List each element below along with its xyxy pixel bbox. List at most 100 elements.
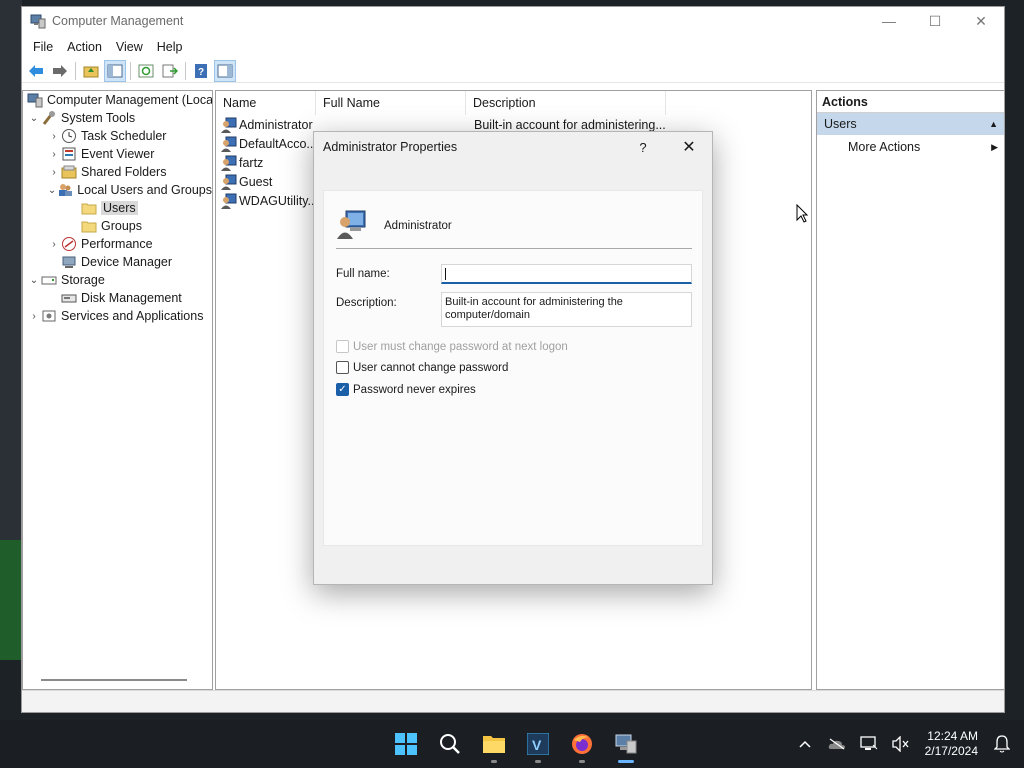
- tree-item-label: Storage: [61, 273, 105, 287]
- search-button[interactable]: [428, 720, 472, 768]
- minimize-button[interactable]: —: [866, 7, 912, 35]
- show-hide-tree-icon[interactable]: [104, 59, 126, 82]
- forward-arrow-icon[interactable]: [49, 60, 71, 82]
- must-change-password-checkbox-row[interactable]: User must change password at next logon: [336, 340, 568, 353]
- vscode-button[interactable]: V: [516, 720, 560, 768]
- folder-icon: [81, 200, 97, 216]
- system-tools-icon: [41, 110, 57, 126]
- close-button[interactable]: ✕: [958, 7, 1004, 35]
- column-header-name[interactable]: Name: [216, 91, 316, 115]
- tree-item-disk-management[interactable]: Disk Management: [23, 289, 212, 307]
- chevron-right-icon[interactable]: ›: [47, 149, 61, 160]
- title-bar[interactable]: Computer Management — ☐ ✕: [22, 7, 1004, 35]
- cell-name: Guest: [239, 174, 273, 189]
- tree-item-label: System Tools: [61, 111, 136, 125]
- user-icon: [221, 117, 237, 133]
- firefox-button[interactable]: [560, 720, 604, 768]
- running-indicator: [579, 760, 585, 763]
- tree-item-label: Computer Management (Local: [47, 93, 213, 107]
- folder-icon: [81, 218, 97, 234]
- tree-item-device-manager[interactable]: Device Manager: [23, 253, 212, 271]
- tree-item-users[interactable]: Users: [23, 199, 212, 217]
- chevron-right-icon[interactable]: ›: [47, 167, 61, 178]
- maximize-button[interactable]: ☐: [912, 7, 958, 35]
- refresh-icon[interactable]: [135, 60, 157, 82]
- menu-help[interactable]: Help: [150, 40, 190, 54]
- collapse-up-icon[interactable]: ▲: [989, 119, 998, 129]
- chevron-down-icon[interactable]: ⌄: [27, 275, 41, 286]
- chevron-right-icon[interactable]: ›: [47, 131, 61, 142]
- firefox-icon: [572, 734, 592, 754]
- start-button[interactable]: [384, 720, 428, 768]
- tree-item-event-viewer[interactable]: › Event Viewer: [23, 145, 212, 163]
- clock-time: 12:24 AM: [927, 729, 978, 743]
- tree-item-shared-folders[interactable]: › Shared Folders: [23, 163, 212, 181]
- chevron-down-icon[interactable]: ⌄: [47, 185, 57, 196]
- dialog-close-button[interactable]: ✕: [666, 137, 712, 157]
- export-list-icon[interactable]: [159, 60, 181, 82]
- full-name-field[interactable]: [441, 264, 692, 284]
- dialog-help-button[interactable]: ?: [620, 140, 666, 155]
- mouse-pointer-icon: [796, 204, 808, 223]
- cannot-change-password-checkbox[interactable]: [336, 361, 349, 374]
- desktop-background-accent: [0, 540, 22, 660]
- dialog-title-bar[interactable]: Administrator Properties ? ✕: [314, 132, 712, 162]
- must-change-password-checkbox[interactable]: [336, 340, 349, 353]
- network-icon[interactable]: [853, 736, 885, 752]
- tree-item-root[interactable]: Computer Management (Local: [23, 91, 212, 109]
- tree-item-performance[interactable]: › Performance: [23, 235, 212, 253]
- tree-item-task-scheduler[interactable]: › Task Scheduler: [23, 127, 212, 145]
- list-header: Name Full Name Description: [216, 91, 811, 115]
- submenu-arrow-icon: ▶: [991, 141, 998, 152]
- column-header-description[interactable]: Description: [466, 91, 666, 115]
- notifications-bell-icon[interactable]: [986, 735, 1018, 753]
- chevron-down-icon[interactable]: ⌄: [27, 113, 41, 124]
- more-actions-item[interactable]: More Actions ▶: [817, 135, 1004, 159]
- menu-view[interactable]: View: [109, 40, 150, 54]
- cannot-change-password-checkbox-row[interactable]: User cannot change password: [336, 361, 508, 374]
- password-never-expires-checkbox-row[interactable]: ✓ Password never expires: [336, 383, 476, 396]
- checkbox-label: User cannot change password: [353, 361, 509, 374]
- actions-section-label: Users: [824, 117, 857, 131]
- svg-text:V: V: [532, 737, 542, 753]
- search-icon: [440, 734, 460, 754]
- computer-management-taskbar-button[interactable]: [604, 720, 648, 768]
- clock[interactable]: 12:24 AM 2/17/2024: [917, 729, 986, 759]
- tree-item-label: Shared Folders: [81, 165, 167, 179]
- menu-action[interactable]: Action: [60, 40, 109, 54]
- description-label: Description:: [336, 297, 397, 309]
- tree-item-local-users-groups[interactable]: ⌄ Local Users and Groups: [23, 181, 212, 199]
- user-icon: [221, 136, 237, 152]
- tree-item-storage[interactable]: ⌄ Storage: [23, 271, 212, 289]
- file-explorer-button[interactable]: [472, 720, 516, 768]
- help-icon[interactable]: ?: [190, 60, 212, 82]
- onedrive-offline-icon[interactable]: [821, 738, 853, 750]
- password-never-expires-checkbox[interactable]: ✓: [336, 383, 349, 396]
- chevron-right-icon[interactable]: ›: [47, 239, 61, 250]
- administrator-properties-dialog: Administrator Properties ? ✕ Administrat…: [313, 131, 713, 585]
- volume-muted-icon[interactable]: [885, 736, 917, 752]
- chevron-up-icon[interactable]: [789, 740, 821, 748]
- chevron-right-icon[interactable]: ›: [27, 311, 41, 322]
- horizontal-scrollbar[interactable]: [41, 679, 187, 681]
- tree-item-system-tools[interactable]: ⌄ System Tools: [23, 109, 212, 127]
- user-name: Administrator: [384, 219, 452, 232]
- tree-item-groups[interactable]: Groups: [23, 217, 212, 235]
- actions-section-users[interactable]: Users ▲: [817, 113, 1004, 135]
- toolbar-separator: [75, 61, 76, 80]
- column-header-full-name[interactable]: Full Name: [316, 91, 466, 115]
- tree-item-label: Device Manager: [81, 255, 173, 269]
- user-header: Administrator: [336, 203, 692, 249]
- tree-item-services-apps[interactable]: › Services and Applications: [23, 307, 212, 325]
- desktop-background: [0, 0, 22, 540]
- code-editor-icon: V: [527, 733, 549, 755]
- up-folder-icon[interactable]: [80, 60, 102, 82]
- menu-file[interactable]: File: [26, 40, 60, 54]
- cell-name: fartz: [239, 155, 264, 170]
- dialog-title: Administrator Properties: [323, 140, 458, 154]
- back-arrow-icon[interactable]: [25, 60, 47, 82]
- clock-date: 2/17/2024: [924, 744, 978, 758]
- description-field[interactable]: Built-in account for administering the c…: [441, 292, 692, 327]
- show-hide-action-pane-icon[interactable]: [214, 59, 236, 82]
- tree-item-label: Performance: [81, 237, 153, 251]
